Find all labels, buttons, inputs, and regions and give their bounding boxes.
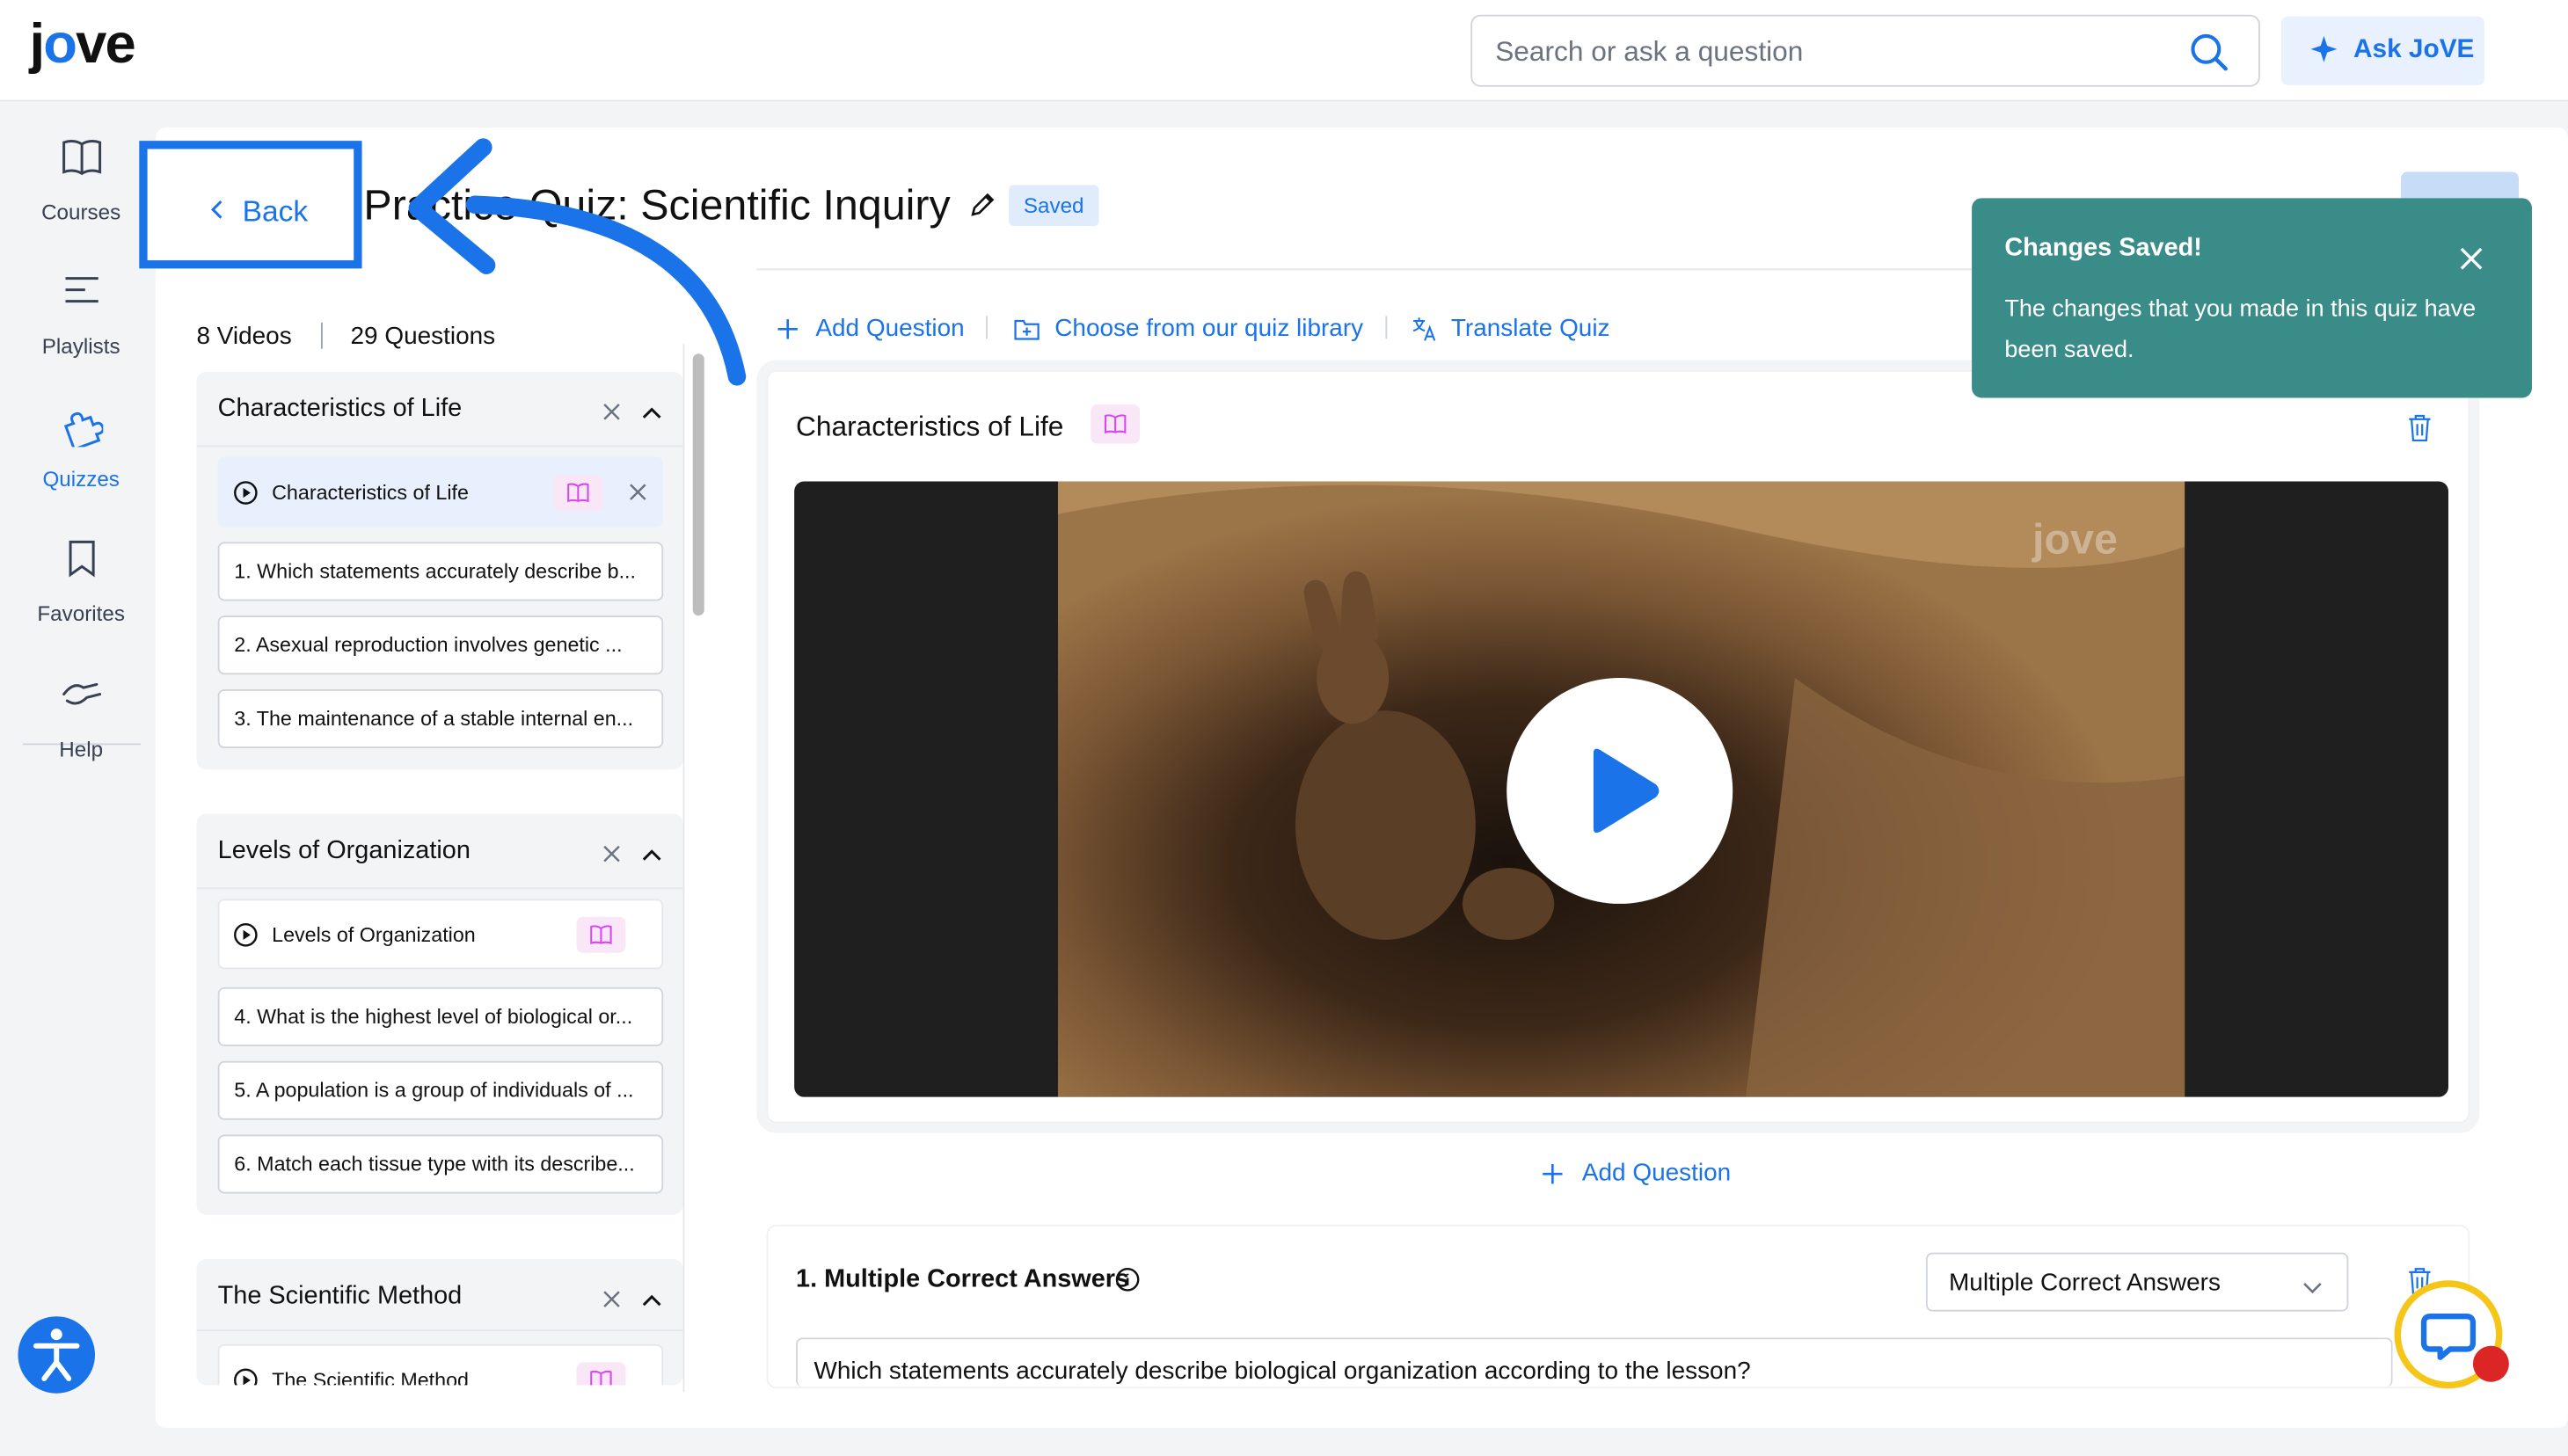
search-input[interactable]: Search or ask a question: [1470, 14, 2260, 87]
sidebar-item-label: Help: [59, 736, 104, 761]
outline-group: The Scientific Method The Scientific Met…: [196, 1259, 683, 1386]
video-player[interactable]: jove: [794, 481, 2448, 1097]
help-icon: [62, 682, 102, 705]
group-title[interactable]: Levels of Organization: [218, 837, 471, 867]
video-title: Levels of Organization: [272, 923, 476, 947]
play-circle-icon: [232, 480, 259, 511]
book-icon[interactable]: [553, 475, 603, 512]
question-type-value: Multiple Correct Answers: [1949, 1269, 2221, 1297]
accessibility-icon: [33, 1329, 80, 1381]
back-label: Back: [242, 194, 309, 228]
changes-saved-toast: Changes Saved! The changes that you made…: [1972, 198, 2532, 398]
outline-group: Levels of Organization Levels of Organiz…: [196, 813, 683, 1215]
group-divider: [196, 887, 683, 890]
video-item[interactable]: Characteristics of Life: [217, 456, 664, 528]
edit-title-icon[interactable]: [969, 192, 996, 226]
sidebar-item-label: Quizzes: [42, 466, 120, 491]
sidebar-item-label: Playlists: [41, 333, 120, 359]
toolbar-divider: [986, 316, 988, 339]
group-divider: [196, 445, 683, 448]
bookmark-icon: [69, 540, 95, 578]
delete-section-icon[interactable]: [2407, 414, 2432, 450]
close-icon[interactable]: [2458, 245, 2484, 280]
chevron-up-icon[interactable]: [642, 399, 661, 429]
question-item[interactable]: 2. Asexual reproduction involves genetic…: [217, 615, 664, 675]
playlist-icon: [65, 277, 98, 303]
translate-icon: [1412, 317, 1436, 341]
question-item[interactable]: 3. The maintenance of a stable internal …: [217, 688, 664, 749]
book-icon: [62, 140, 102, 176]
sparkle-icon: [2309, 34, 2339, 72]
toast-title: Changes Saved!: [2004, 234, 2202, 262]
play-circle-icon: [232, 921, 259, 952]
notification-dot: [2472, 1345, 2509, 1382]
video-title: The Scientific Method: [272, 1368, 469, 1386]
questions-count: 29 Questions: [350, 322, 496, 351]
puzzle-icon: [63, 411, 104, 448]
plus-icon: [777, 319, 798, 339]
question-title: 1. Multiple Correct Answers: [796, 1265, 1130, 1294]
book-icon[interactable]: [576, 1362, 626, 1386]
play-button[interactable]: [1507, 677, 1733, 904]
video-item[interactable]: The Scientific Method: [217, 1343, 664, 1386]
outline-scrollbar[interactable]: [692, 353, 704, 616]
video-watermark: jove: [2032, 513, 2118, 564]
search-icon[interactable]: [2190, 33, 2229, 80]
choose-library-label: Choose from our quiz library: [1054, 314, 1364, 343]
play-circle-icon: [232, 1367, 259, 1386]
annotation-arrow: [408, 138, 747, 386]
ask-jove-label: Ask JoVE: [2353, 35, 2475, 64]
toast-message: The changes that you made in this quiz h…: [2004, 296, 2477, 364]
jove-logo[interactable]: jove: [30, 13, 136, 77]
chevron-up-icon[interactable]: [642, 841, 661, 871]
play-icon: [1593, 748, 1660, 834]
add-question-label: Add Question: [1581, 1159, 1732, 1188]
question-card: 1. Multiple Correct Answers Multiple Cor…: [766, 1224, 2470, 1389]
sidebar-item-label: Favorites: [37, 601, 125, 626]
plus-icon: [1543, 1164, 1563, 1184]
search-placeholder: Search or ask a question: [1495, 35, 1804, 68]
book-icon[interactable]: [576, 916, 626, 953]
remove-group-icon[interactable]: [602, 841, 620, 871]
saved-badge: Saved: [1009, 185, 1099, 226]
question-type-select[interactable]: Multiple Correct Answers: [1925, 1252, 2349, 1312]
group-title[interactable]: Characteristics of Life: [218, 395, 463, 425]
question-item[interactable]: 4. What is the highest level of biologic…: [217, 986, 664, 1046]
video-item[interactable]: Levels of Organization: [217, 899, 664, 970]
question-item[interactable]: 6. Match each tissue type with its descr…: [217, 1134, 664, 1194]
ask-jove-button[interactable]: Ask JoVE: [2281, 16, 2484, 85]
sidebar-item-label: Courses: [41, 200, 121, 225]
question-item[interactable]: 1. Which statements accurately describe …: [217, 542, 664, 601]
folder-plus-icon: [1014, 319, 1040, 340]
toolbar-divider: [1385, 316, 1388, 339]
section-title: Characteristics of Life: [796, 411, 1064, 442]
video-title: Characteristics of Life: [272, 481, 469, 505]
accessibility-button[interactable]: [18, 1316, 96, 1394]
question-text-field[interactable]: Which statements accurately describe bio…: [796, 1337, 2393, 1387]
add-question-label: Add Question: [815, 314, 965, 343]
translate-quiz-label: Translate Quiz: [1450, 314, 1610, 343]
chevron-down-icon: [2302, 1274, 2322, 1302]
scroll-track: [682, 344, 685, 1392]
chevron-left-icon: [209, 198, 226, 229]
chevron-up-icon[interactable]: [642, 1287, 661, 1317]
top-bar: jove Search or ask a question Ask JoVE: [0, 0, 2568, 102]
book-icon[interactable]: [1091, 404, 1141, 444]
count-divider: [320, 322, 323, 349]
chat-support-button[interactable]: [2394, 1280, 2509, 1389]
info-icon[interactable]: [1115, 1267, 1140, 1299]
group-divider: [196, 1329, 683, 1331]
outline-group: Characteristics of Life Characteristics …: [196, 371, 683, 770]
remove-group-icon[interactable]: [602, 399, 620, 429]
question-item[interactable]: 5. A population is a group of individual…: [217, 1060, 664, 1120]
videos-count: 8 Videos: [196, 322, 292, 351]
remove-video-icon[interactable]: [629, 483, 646, 506]
group-title[interactable]: The Scientific Method: [218, 1282, 463, 1312]
left-sidebar: Courses Playlists Quizzes Favorites Help: [0, 101, 156, 1455]
remove-group-icon[interactable]: [602, 1287, 620, 1317]
